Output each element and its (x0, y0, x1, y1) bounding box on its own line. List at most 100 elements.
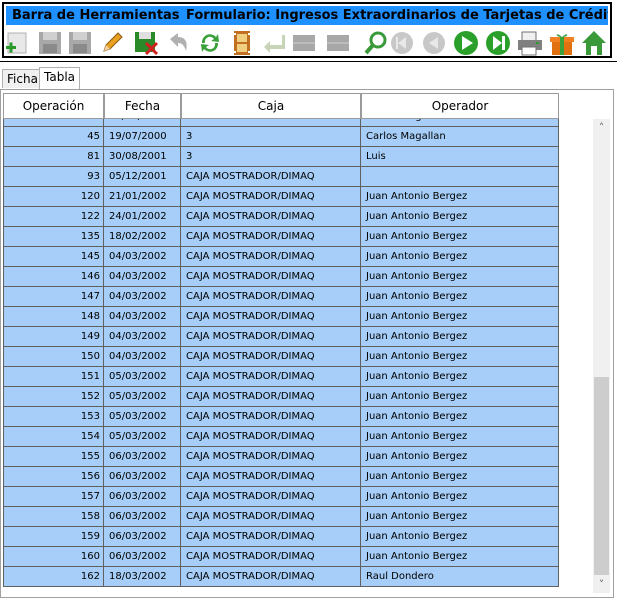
delete-icon[interactable] (132, 29, 160, 57)
cell-operador: Luis (361, 147, 559, 167)
tab-strip: Ficha Tabla (0, 67, 617, 89)
table-row[interactable]: 93 05/12/2001 CAJA MOSTRADOR/DIMAQ (3, 167, 559, 187)
scroll-down-icon[interactable]: ˅ (593, 576, 610, 593)
save-as-icon[interactable] (66, 29, 94, 57)
column-header-fecha[interactable]: Fecha (104, 93, 181, 119)
tab-ficha[interactable]: Ficha (2, 69, 43, 88)
table-row[interactable]: 45 19/07/2000 3 Carlos Magallan (3, 127, 559, 147)
film-icon[interactable] (228, 29, 256, 57)
cell-caja: 3 (181, 147, 361, 167)
table-row[interactable]: 157 06/03/2002 CAJA MOSTRADOR/DIMAQ Juan An… (3, 487, 559, 507)
table-row[interactable]: 150 04/03/2002 CAJA MOSTRADOR/DIMAQ Juan An… (3, 347, 559, 367)
table-row[interactable]: 122 24/01/2002 CAJA MOSTRADOR/DIMAQ Juan An… (3, 207, 559, 227)
table-row[interactable]: 120 21/01/2002 CAJA MOSTRADOR/DIMAQ Juan An… (3, 187, 559, 207)
cell-fecha: 06/03/2002 (104, 507, 181, 527)
cell-operacion: 148 (3, 307, 104, 327)
cell-operador: Juan Antonio Bergez (361, 367, 559, 387)
cell-caja: CAJA MOSTRADOR/DIMAQ (181, 307, 361, 327)
toolbar-label: Barra de Herramientas (12, 8, 180, 23)
next-record-icon[interactable] (452, 29, 480, 57)
cell-operador: Juan Antonio Bergez (361, 447, 559, 467)
cell-operacion: 44 (3, 119, 104, 127)
cell-fecha: 18/02/2002 (104, 227, 181, 247)
cell-fecha: 04/03/2002 (104, 307, 181, 327)
cell-operacion: 135 (3, 227, 104, 247)
cell-caja: CAJA MOSTRADOR/DIMAQ (181, 407, 361, 427)
column-header-operador[interactable]: Operador (361, 93, 559, 119)
table-row[interactable]: 155 06/03/2002 CAJA MOSTRADOR/DIMAQ Juan An… (3, 447, 559, 467)
scroll-thumb[interactable] (594, 377, 609, 575)
return-icon[interactable] (260, 29, 288, 57)
table-row[interactable]: 145 04/03/2002 CAJA MOSTRADOR/DIMAQ Juan An… (3, 247, 559, 267)
cell-operador: Raul Dondero (361, 567, 559, 587)
cell-operador: Juan Antonio Bergez (361, 387, 559, 407)
table-row[interactable]: 149 04/03/2002 CAJA MOSTRADOR/DIMAQ Juan An… (3, 327, 559, 347)
table-row[interactable]: 81 30/08/2001 3 Luis (3, 147, 559, 167)
gift-icon[interactable] (548, 29, 576, 57)
cell-caja: 3 (181, 127, 361, 147)
search-icon[interactable] (362, 29, 390, 57)
column-header-operacion[interactable]: Operación (3, 93, 104, 119)
cell-fecha: 24/01/2002 (104, 207, 181, 227)
table-row[interactable]: 148 04/03/2002 CAJA MOSTRADOR/DIMAQ Juan An… (3, 307, 559, 327)
cell-operacion: 162 (3, 567, 104, 587)
cell-caja: CAJA MOSTRADOR/DIMAQ (181, 387, 361, 407)
cell-fecha: 05/12/2001 (104, 167, 181, 187)
table-row[interactable]: 151 05/03/2002 CAJA MOSTRADOR/DIMAQ Juan An… (3, 367, 559, 387)
cell-caja: CAJA MOSTRADOR/DIMAQ (181, 427, 361, 447)
first-record-icon[interactable] (388, 29, 416, 57)
table-row[interactable]: 147 04/03/2002 CAJA MOSTRADOR/DIMAQ Juan An… (3, 287, 559, 307)
cell-fecha: 04/03/2002 (104, 347, 181, 367)
cell-operador: Juan Antonio Bergez (361, 327, 559, 347)
toolbar-icons (4, 29, 610, 59)
cell-fecha: 19/07/2000 (104, 127, 181, 147)
cell-operacion: 120 (3, 187, 104, 207)
table-row[interactable]: 160 06/03/2002 CAJA MOSTRADOR/DIMAQ Juan An… (3, 547, 559, 567)
table-row[interactable]: 156 06/03/2002 CAJA MOSTRADOR/DIMAQ Juan An… (3, 467, 559, 487)
cell-operacion: 146 (3, 267, 104, 287)
last-record-icon[interactable] (484, 29, 512, 57)
cell-operacion: 150 (3, 347, 104, 367)
cell-fecha: 30/08/2001 (104, 147, 181, 167)
table-row[interactable]: 4423/05/20003Carlos Magallan (3, 119, 559, 127)
undo-icon[interactable] (164, 29, 192, 57)
cell-operacion: 149 (3, 327, 104, 347)
cell-fecha: 04/03/2002 (104, 267, 181, 287)
cell-operador: Carlos Magallan (361, 127, 559, 147)
grid-alt-icon[interactable] (324, 29, 352, 57)
form-title: Formulario: Ingresos Extraordinarios de … (186, 8, 608, 23)
add-icon[interactable] (4, 29, 32, 57)
cell-caja: 3 (181, 119, 361, 127)
table-row[interactable]: 158 06/03/2002 CAJA MOSTRADOR/DIMAQ Juan An… (3, 507, 559, 527)
refresh-icon[interactable] (196, 29, 224, 57)
cell-operador: Juan Antonio Bergez (361, 187, 559, 207)
cell-fecha: 05/03/2002 (104, 367, 181, 387)
cell-caja: CAJA MOSTRADOR/DIMAQ (181, 527, 361, 547)
cell-operador: Juan Antonio Bergez (361, 227, 559, 247)
tab-tabla[interactable]: Tabla (39, 67, 81, 89)
cell-operacion: 154 (3, 427, 104, 447)
scroll-up-icon[interactable]: ˄ (593, 119, 610, 136)
table-row[interactable]: 135 18/02/2002 CAJA MOSTRADOR/DIMAQ Juan An… (3, 227, 559, 247)
table-row[interactable]: 152 05/03/2002 CAJA MOSTRADOR/DIMAQ Juan An… (3, 387, 559, 407)
separator-line (0, 61, 617, 62)
table-row[interactable]: 154 05/03/2002 CAJA MOSTRADOR/DIMAQ Juan An… (3, 427, 559, 447)
cell-caja: CAJA MOSTRADOR/DIMAQ (181, 167, 361, 187)
table-row[interactable]: 162 18/03/2002 CAJA MOSTRADOR/DIMAQ Raul Do… (3, 567, 559, 587)
table-row[interactable]: 159 06/03/2002 CAJA MOSTRADOR/DIMAQ Juan An… (3, 527, 559, 547)
cell-fecha: 06/03/2002 (104, 547, 181, 567)
grid-icon[interactable] (290, 29, 318, 57)
table-row[interactable]: 146 04/03/2002 CAJA MOSTRADOR/DIMAQ Juan An… (3, 267, 559, 287)
save-icon[interactable] (36, 29, 64, 57)
vertical-scrollbar[interactable]: ˄ ˅ (593, 119, 610, 593)
edit-pencil-icon[interactable] (98, 29, 126, 57)
column-header-caja[interactable]: Caja (181, 93, 361, 119)
print-icon[interactable] (516, 29, 544, 57)
cell-operacion: 155 (3, 447, 104, 467)
table-row[interactable]: 153 05/03/2002 CAJA MOSTRADOR/DIMAQ Juan An… (3, 407, 559, 427)
cell-operador: Juan Antonio Bergez (361, 307, 559, 327)
home-icon[interactable] (580, 29, 608, 57)
cell-operacion: 157 (3, 487, 104, 507)
cell-caja: CAJA MOSTRADOR/DIMAQ (181, 187, 361, 207)
previous-record-icon[interactable] (420, 29, 448, 57)
